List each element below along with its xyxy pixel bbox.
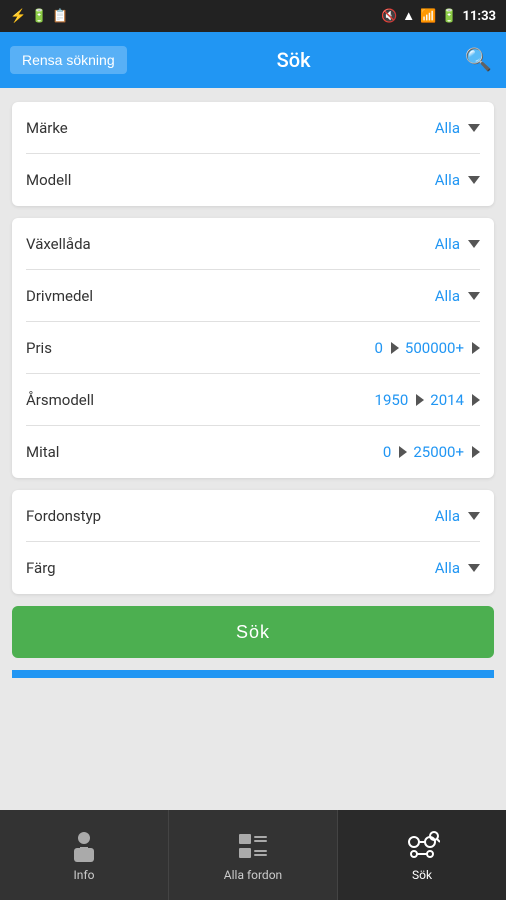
card-type-color: Fordonstyp Alla Färg Alla <box>12 490 494 594</box>
mital-label: Mital <box>26 443 59 461</box>
nav-alla-fordon-label: Alla fordon <box>224 868 282 882</box>
card-details: Växellåda Alla Drivmedel Alla Pris 0 500… <box>12 218 494 478</box>
drivmedel-chevron-icon <box>468 292 480 300</box>
pris-max-value: 500000+ <box>405 339 464 357</box>
arsmodell-range: 1950 2014 <box>375 391 480 409</box>
modell-value-text: Alla <box>435 171 460 189</box>
fordonstyp-value: Alla <box>435 507 480 525</box>
nav-sok-label: Sök <box>412 868 432 882</box>
row-fordonstyp[interactable]: Fordonstyp Alla <box>12 490 494 542</box>
arsmodell-min-value: 1950 <box>375 391 409 409</box>
sok-button-container: Sök <box>12 606 494 658</box>
drivmedel-value: Alla <box>435 287 480 305</box>
search-icon[interactable]: 🔍 <box>461 44 496 77</box>
mital-range: 0 25000+ <box>383 443 480 461</box>
nav-info-label: Info <box>74 868 95 882</box>
status-icons-left: ⚡ 🔋 📋 <box>10 9 69 24</box>
mital-min-value: 0 <box>383 443 391 461</box>
row-drivmedel[interactable]: Drivmedel Alla <box>12 270 494 322</box>
status-icons-right: 🔇 ▲ 📶 🔋 11:33 <box>381 8 496 24</box>
row-arsmodell[interactable]: Årsmodell 1950 2014 <box>12 374 494 426</box>
pris-label: Pris <box>26 339 52 357</box>
farg-value-text: Alla <box>435 559 460 577</box>
vaxellada-value: Alla <box>435 235 480 253</box>
marke-value: Alla <box>435 119 480 137</box>
row-marke[interactable]: Märke Alla <box>12 102 494 154</box>
wifi-icon: ▲ <box>402 8 415 24</box>
mital-max-value: 25000+ <box>413 443 464 461</box>
marke-chevron-icon <box>468 124 480 132</box>
row-farg[interactable]: Färg Alla <box>12 542 494 594</box>
modell-value: Alla <box>435 171 480 189</box>
card-make-model: Märke Alla Modell Alla <box>12 102 494 206</box>
pris-max-chevron-icon <box>472 342 480 354</box>
fordonstyp-chevron-icon <box>468 512 480 520</box>
row-vaxellada[interactable]: Växellåda Alla <box>12 218 494 270</box>
vaxellada-label: Växellåda <box>26 235 91 253</box>
time-display: 11:33 <box>463 9 497 24</box>
arsmodell-max-chevron-icon <box>472 394 480 406</box>
vaxellada-value-text: Alla <box>435 235 460 253</box>
arsmodell-max-value: 2014 <box>430 391 464 409</box>
mital-min-chevron-icon <box>399 446 407 458</box>
pris-min-chevron-icon <box>391 342 399 354</box>
nav-item-sok[interactable]: Sök <box>338 810 506 900</box>
vaxellada-chevron-icon <box>468 240 480 248</box>
sok-button[interactable]: Sök <box>12 606 494 658</box>
fordonstyp-label: Fordonstyp <box>26 507 101 525</box>
status-bar: ⚡ 🔋 📋 🔇 ▲ 📶 🔋 11:33 <box>0 0 506 32</box>
main-content: Märke Alla Modell Alla Växellåda Alla Dr… <box>0 88 506 810</box>
farg-label: Färg <box>26 559 56 577</box>
battery-icon: 🔋 <box>441 9 457 24</box>
header-title: Sök <box>127 48 461 72</box>
nav-item-alla-fordon[interactable]: Alla fordon <box>169 810 338 900</box>
marke-label: Märke <box>26 119 68 137</box>
arsmodell-min-chevron-icon <box>416 394 424 406</box>
usb-icon: ⚡ <box>10 9 26 24</box>
drivmedel-label: Drivmedel <box>26 287 93 305</box>
row-mital[interactable]: Mital 0 25000+ <box>12 426 494 478</box>
mital-max-chevron-icon <box>472 446 480 458</box>
list-icon <box>235 828 271 864</box>
drivmedel-value-text: Alla <box>435 287 460 305</box>
sok-nav-icon <box>404 828 440 864</box>
marke-value-text: Alla <box>435 119 460 137</box>
sim-icon: 📋 <box>52 9 68 24</box>
arsmodell-label: Årsmodell <box>26 391 94 409</box>
battery-charging-icon: 🔋 <box>31 9 47 24</box>
nav-item-info[interactable]: Info <box>0 810 169 900</box>
signal-icon: 📶 <box>420 9 436 24</box>
clear-search-button[interactable]: Rensa sökning <box>10 46 127 74</box>
bottom-nav: Info Alla fordon Sö <box>0 810 506 900</box>
row-pris[interactable]: Pris 0 500000+ <box>12 322 494 374</box>
farg-chevron-icon <box>468 564 480 572</box>
modell-label: Modell <box>26 171 71 189</box>
fordonstyp-value-text: Alla <box>435 507 460 525</box>
person-icon <box>66 828 102 864</box>
pris-range: 0 500000+ <box>374 339 480 357</box>
row-modell[interactable]: Modell Alla <box>12 154 494 206</box>
mute-icon: 🔇 <box>381 9 397 24</box>
farg-value: Alla <box>435 559 480 577</box>
modell-chevron-icon <box>468 176 480 184</box>
blue-accent-bar <box>12 670 494 678</box>
header: Rensa sökning Sök 🔍 <box>0 32 506 88</box>
pris-min-value: 0 <box>374 339 382 357</box>
